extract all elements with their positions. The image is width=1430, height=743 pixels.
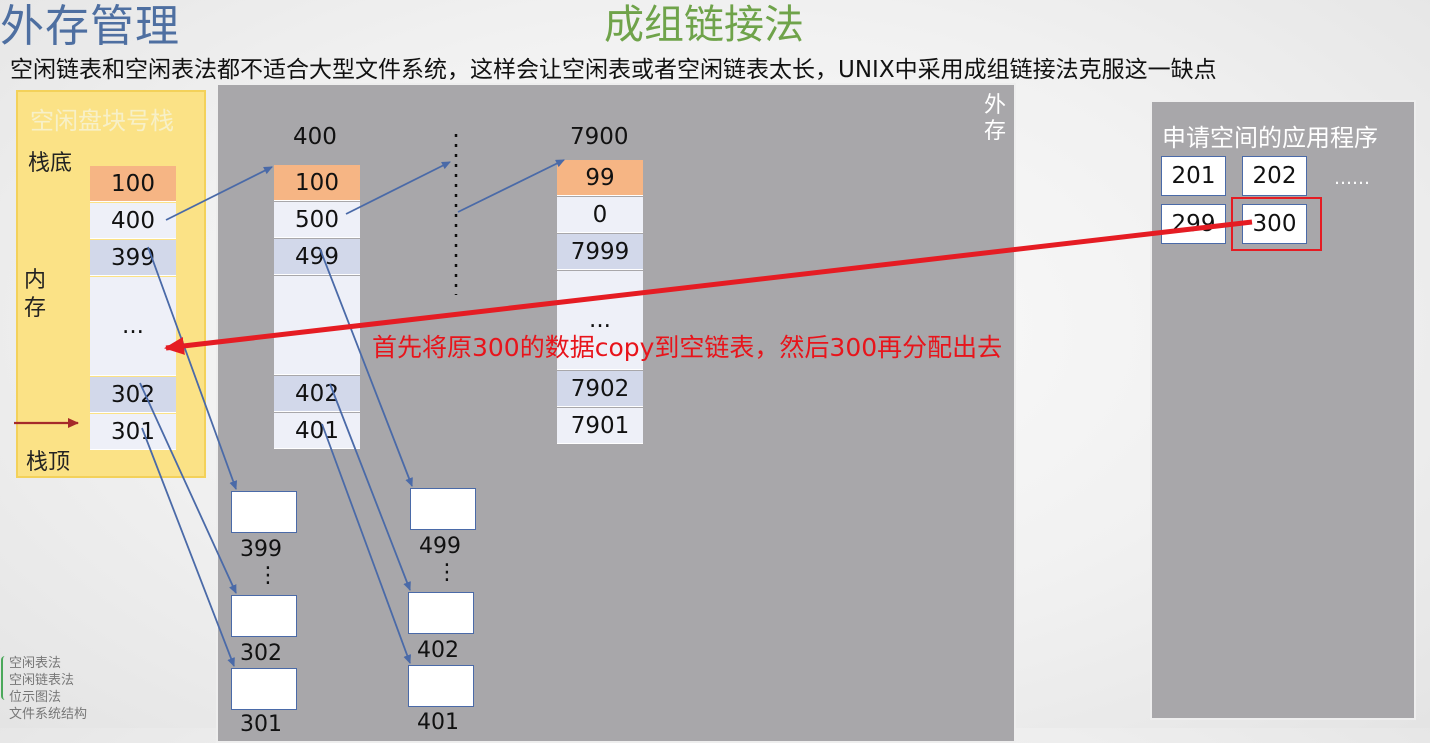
link-arrow	[141, 427, 235, 667]
link-arrow	[319, 248, 413, 487]
link-arrows	[139, 159, 565, 667]
link-arrow	[139, 382, 237, 594]
copy-back-arrow	[164, 219, 1253, 355]
link-arrow	[321, 423, 411, 664]
link-arrow	[147, 246, 238, 490]
link-arrow	[329, 383, 411, 591]
link-arrow	[165, 166, 273, 221]
link-arrow	[345, 161, 451, 215]
link-arrow	[457, 159, 565, 213]
connector-arrows	[14, 134, 1253, 667]
